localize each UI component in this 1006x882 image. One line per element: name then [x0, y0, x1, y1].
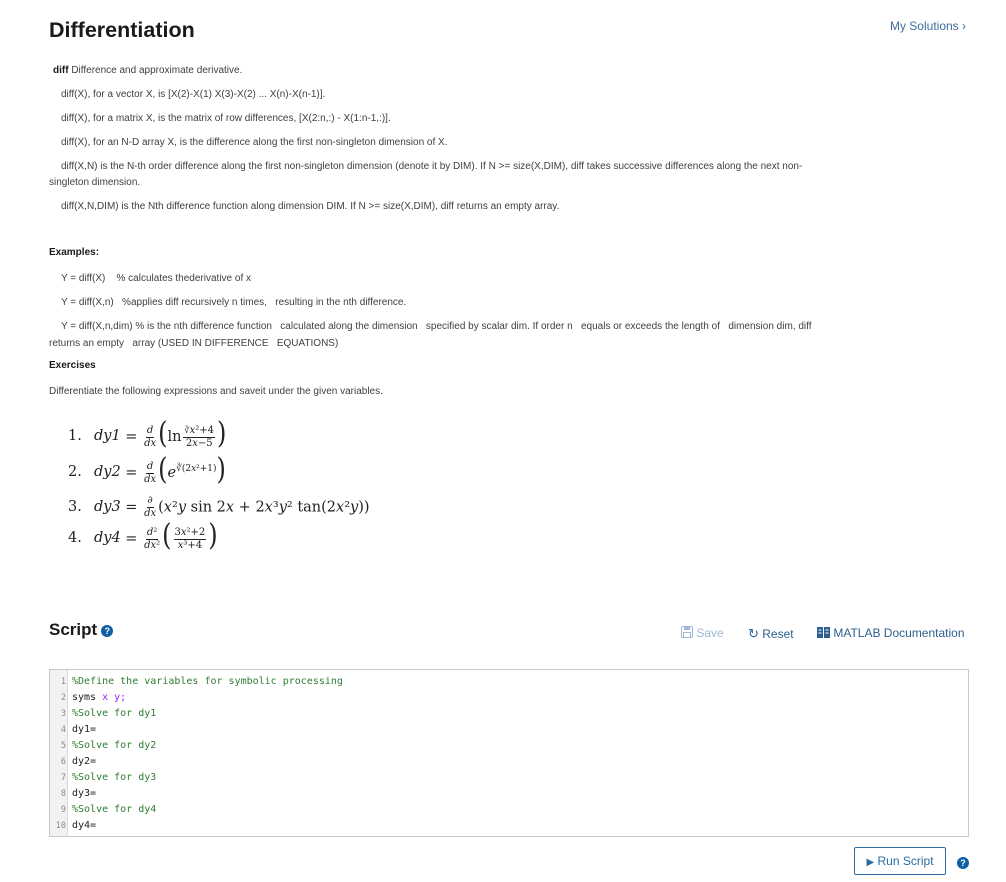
line-number: 3: [60, 709, 66, 719]
description-line: diff(X,N) is the N-th order difference a…: [61, 161, 803, 172]
exercise-number: 2.: [68, 464, 82, 480]
exercise-item-3: 3. dy3 = ∂ dx (x²y sin 2x + 2x³y² tan(2x²y…: [68, 496, 370, 519]
code-text: %Solve for dy3: [72, 772, 157, 783]
code-text: %Solve for dy1: [72, 708, 157, 719]
line-number: 10: [55, 821, 66, 831]
description-line: singleton dimension.: [49, 177, 141, 188]
line-number: 8: [60, 789, 66, 799]
code-token: syms: [72, 692, 97, 703]
page-title: Differentiation: [49, 18, 195, 42]
exercise-number: 1.: [68, 428, 82, 444]
line-number: 6: [60, 757, 66, 767]
my-solutions-link[interactable]: My Solutions ›: [890, 19, 966, 33]
example-line: returns an empty array (USED IN DIFFEREN…: [49, 338, 339, 349]
exercises-label: Exercises: [49, 360, 96, 371]
examples-label: Examples:: [49, 247, 100, 258]
code-editor[interactable]: 1 %Define the variables for symbolic proc…: [49, 669, 969, 837]
code-text: dy4=: [72, 820, 97, 831]
code-text: syms x y;: [72, 690, 126, 706]
exercise-list: 1. dy1 = d dx (ln ∛x²+4 2x−5) 2. dy2 = d dx (e…: [68, 415, 428, 560]
exercises-instruction: Differentiate the following expressions …: [49, 386, 383, 397]
example-line: Y = diff(X,n) %applies diff recursively …: [61, 297, 407, 308]
exercise-number: 3.: [68, 499, 82, 516]
description-line: diff(X), for an N-D array X, is the diff…: [61, 137, 448, 148]
run-script-button[interactable]: ▶ Run Script: [854, 847, 946, 875]
code-text: %Solve for dy4: [72, 804, 157, 815]
save-label: Save: [696, 626, 724, 640]
line-number: 1: [60, 677, 66, 687]
line-number: 2: [60, 693, 66, 703]
play-icon: ▶: [866, 857, 875, 868]
description-line: diff(X), for a matrix X, is the matrix o…: [61, 113, 391, 124]
script-title: Script: [49, 620, 98, 639]
question-circle-icon[interactable]: ?: [957, 856, 969, 869]
save-icon: [681, 626, 693, 638]
line-number: 7: [60, 773, 66, 783]
exercise-item-1: 1. dy1 = d dx (ln ∛x²+4 2x−5): [68, 415, 227, 451]
exercise-variable: dy1: [94, 428, 121, 444]
description-line: diff(X), for a vector X, is [X(2)-X(1) X…: [61, 89, 326, 100]
code-text: dy1=: [72, 724, 97, 735]
code-token: x: [96, 692, 109, 703]
equation-body: = ∂ dx (x²y sin 2x + 2x³y² tan(2x²y)): [120, 495, 370, 519]
exercise-item-2: 2. dy2 = d dx (e∛(2x²+1)): [68, 451, 226, 487]
save-button[interactable]: Save: [681, 626, 724, 640]
code-text: %Define the variables for symbolic proce…: [72, 676, 343, 687]
example-line: Y = diff(X) % calculates thederivative o…: [61, 273, 251, 284]
description-line: diff(X,N,DIM) is the Nth difference func…: [61, 201, 560, 212]
docs-label: MATLAB Documentation: [833, 626, 965, 640]
exercise-item-4: 4. dy4 = d² dx²(3x²+2 x³+4): [68, 517, 218, 553]
code-text: %Solve for dy2: [72, 740, 157, 751]
script-heading: Script?: [49, 620, 114, 640]
line-number: 9: [60, 805, 66, 815]
matlab-documentation-link[interactable]: MATLAB Documentation: [817, 626, 965, 640]
book-icon: [817, 627, 830, 638]
run-help[interactable]: ?: [957, 854, 969, 872]
exercise-variable: dy3: [94, 499, 121, 516]
exercise-number: 4.: [68, 530, 82, 546]
equation-body: = d² dx²(3x²+2 x³+4): [120, 517, 218, 553]
description-lead-text: Difference and approximate derivative.: [68, 65, 243, 76]
code-token: y;: [108, 692, 127, 703]
equation-body: = d dx (ln ∛x²+4 2x−5): [120, 415, 227, 451]
exercise-variable: dy2: [94, 464, 121, 480]
exercise-variable: dy4: [94, 530, 121, 546]
line-number: 4: [60, 725, 66, 735]
reset-icon: ↻: [748, 626, 759, 641]
equation-body: = d dx (e∛(2x²+1)): [120, 451, 226, 487]
description-lead: diff Difference and approximate derivati…: [53, 63, 242, 79]
line-number: 5: [60, 741, 66, 751]
diff-keyword: diff: [53, 65, 69, 76]
run-script-label: Run Script: [877, 854, 934, 868]
code-text: dy3=: [72, 788, 97, 799]
code-text: dy2=: [72, 756, 97, 767]
question-circle-icon[interactable]: ?: [101, 624, 114, 637]
reset-label: Reset: [762, 627, 794, 641]
reset-button[interactable]: ↻ Reset: [748, 626, 794, 642]
example-line: Y = diff(X,n,dim) % is the nth differenc…: [61, 321, 812, 332]
